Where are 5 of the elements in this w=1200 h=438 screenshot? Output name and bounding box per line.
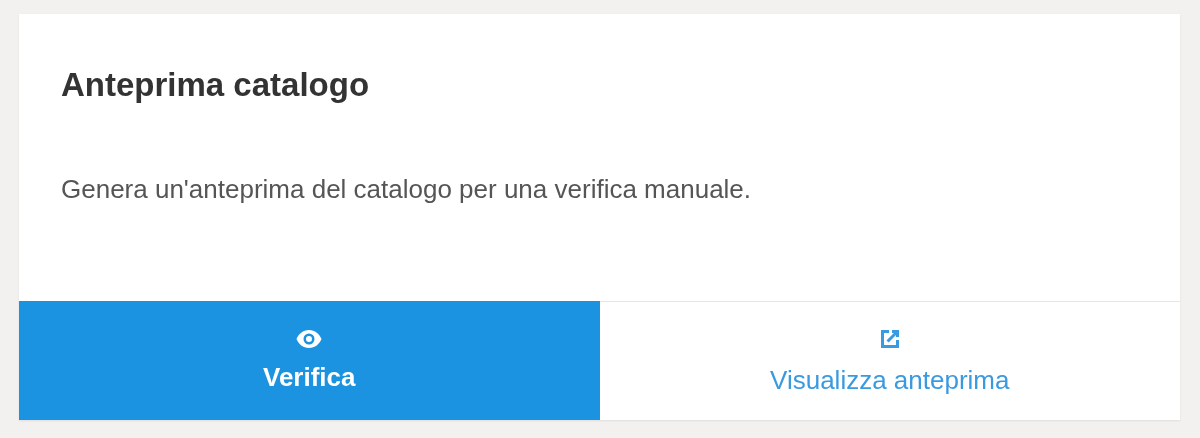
card-title: Anteprima catalogo: [60, 65, 371, 104]
card-description: Genera un'anteprima del catalogo per una verifica manuale.: [60, 173, 753, 206]
verify-button[interactable]: Verifica: [19, 301, 600, 420]
preview-button[interactable]: Visualizza anteprima: [599, 301, 1180, 420]
eye-icon: [296, 329, 323, 348]
